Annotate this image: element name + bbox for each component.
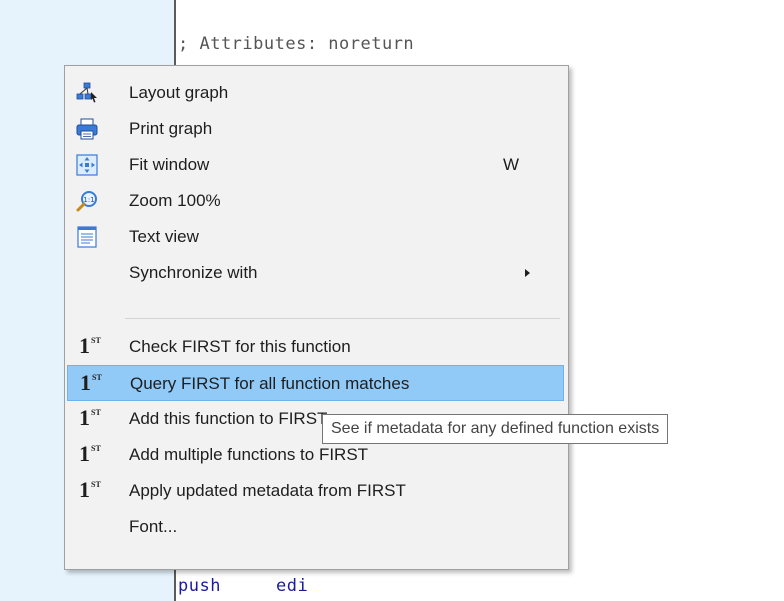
layout-graph-icon (75, 81, 99, 105)
menu-item-label: Add this function to FIRST (129, 409, 328, 428)
menu-item-zoom-100[interactable]: 1:1 Zoom 100% (67, 183, 564, 219)
first-icon: 1 ST (79, 405, 101, 430)
menu-item-label: Apply updated metadata from FIRST (129, 481, 406, 500)
first-icon: 1 ST (80, 370, 102, 395)
tooltip: See if metadata for any defined function… (322, 414, 669, 444)
menu-item-label: Synchronize with (129, 263, 258, 282)
menu-item-label: Zoom 100% (129, 191, 221, 210)
code-comment-line: ; Attributes: noreturn (178, 34, 415, 54)
fit-window-icon (75, 153, 99, 177)
printer-icon (75, 117, 99, 141)
menu-item-text-view[interactable]: Text view (67, 219, 564, 255)
menu-item-layout-graph[interactable]: Layout graph (67, 75, 564, 111)
menu-item-label: Print graph (129, 119, 213, 138)
first-icon: 1 ST (79, 441, 101, 466)
menu-item-synchronize-with[interactable]: Synchronize with (67, 255, 564, 291)
context-menu: Layout graph Print graph Fit window W 1:… (64, 65, 569, 570)
svg-text:1:1: 1:1 (83, 196, 94, 204)
submenu-arrow-icon (525, 269, 530, 277)
menu-item-label: Font... (129, 517, 178, 536)
code-instruction-operand: edi (276, 576, 309, 596)
text-view-icon (75, 225, 99, 249)
menu-separator (125, 318, 560, 319)
first-icon: 1 ST (79, 333, 101, 358)
menu-item-query-first[interactable]: 1 ST Query FIRST for all function matches (67, 365, 564, 401)
menu-item-apply-metadata-first[interactable]: 1 ST Apply updated metadata from FIRST (67, 473, 564, 509)
menu-item-print-graph[interactable]: Print graph (67, 111, 564, 147)
menu-item-fit-window[interactable]: Fit window W (67, 147, 564, 183)
menu-item-label: Check FIRST for this function (129, 337, 351, 356)
menu-item-label: Fit window (129, 155, 210, 174)
menu-item-check-first[interactable]: 1 ST Check FIRST for this function (67, 329, 564, 365)
menu-item-label: Text view (129, 227, 199, 246)
menu-item-label: Layout graph (129, 83, 229, 102)
code-instruction-mnemonic: push (178, 576, 221, 596)
menu-item-font[interactable]: Font... (67, 509, 564, 545)
zoom-icon: 1:1 (75, 189, 99, 213)
menu-item-label: Query FIRST for all function matches (130, 374, 410, 393)
first-icon: 1 ST (79, 477, 101, 502)
menu-item-shortcut: W (503, 155, 520, 174)
